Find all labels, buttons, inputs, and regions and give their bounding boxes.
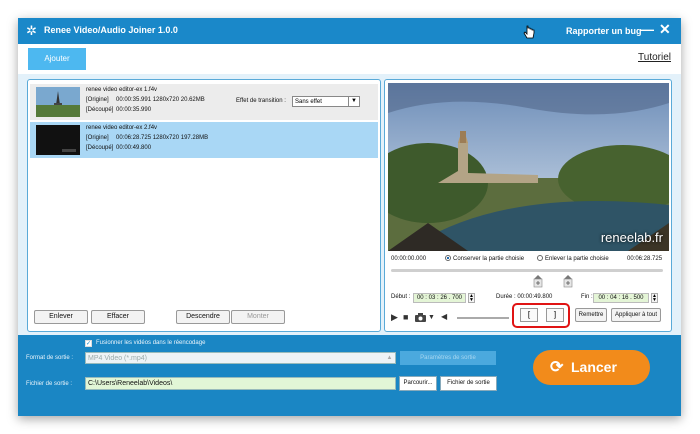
list-item[interactable]: renee video editor-ex 1.f4v [Origine] 00… <box>30 84 378 120</box>
window-title: Renee Video/Audio Joiner 1.0.0 <box>44 25 178 35</box>
merge-label: Fusionner les vidéos dans le réencodage <box>96 340 206 346</box>
close-button[interactable]: ✕ <box>659 21 671 38</box>
origin-info: 00:00:35.991 1280x720 20.62MB <box>116 97 205 103</box>
cut-info: 00:00:35.990 <box>116 107 152 113</box>
chevron-down-icon: ▲ <box>386 355 393 361</box>
radio-selected-icon <box>445 255 451 261</box>
keep-radio[interactable]: Conserver la partie choisie <box>445 255 524 262</box>
video-thumbnail <box>36 125 80 155</box>
file-name: renee video editor-ex 2.f4v <box>86 125 158 131</box>
set-end-button[interactable]: ] <box>546 308 564 322</box>
radio-icon <box>537 255 543 261</box>
browse-button[interactable]: Parcourir... <box>399 376 437 391</box>
minimize-button[interactable]: — <box>640 21 654 37</box>
app-window: ✲ Renee Video/Audio Joiner 1.0.0 Rapport… <box>18 18 681 416</box>
time-end: 00:06:28.725 <box>627 256 663 262</box>
video-frame <box>388 83 669 251</box>
clear-button[interactable]: Effacer <box>91 310 145 324</box>
merge-checkbox[interactable]: ✓ <box>85 340 92 347</box>
run-button[interactable]: ⟳ Lancer <box>533 350 650 385</box>
transition-value: Sans effet <box>295 99 322 105</box>
remove-button[interactable]: Enlever <box>34 310 88 324</box>
format-value: MP4 Video (*.mp4) <box>88 355 148 362</box>
keep-label: Conserver la partie choisie <box>453 256 525 262</box>
folder-label: Fichier de sortie : <box>26 381 73 387</box>
stop-icon[interactable]: ■ <box>403 312 408 322</box>
cut-info: 00:00:49.800 <box>116 145 152 151</box>
move-down-button[interactable]: Descendre <box>176 310 230 324</box>
refresh-icon: ⟳ <box>550 359 564 376</box>
report-bug-link[interactable]: Rapporter un bug <box>566 26 642 36</box>
open-folder-button[interactable]: Fichier de sortie <box>440 376 497 391</box>
origin-info: 00:06:28.725 1280x720 197.28MB <box>116 135 209 141</box>
transition-select[interactable]: Sans effet ▼ <box>292 96 360 107</box>
chevron-down-icon: ▼ <box>348 97 359 106</box>
output-bar: ✓ Fusionner les vidéos dans le réencodag… <box>18 335 681 416</box>
tutorial-link[interactable]: Tutoriel <box>638 52 671 63</box>
file-name: renee video editor-ex 1.f4v <box>86 87 158 93</box>
debut-label: Début : <box>391 294 411 300</box>
add-button[interactable]: Ajouter <box>28 48 86 70</box>
debut-input[interactable]: 00 : 03 : 26 . 700 <box>413 293 466 303</box>
volume-icon[interactable]: ◀ <box>441 312 447 321</box>
move-up-button[interactable]: Monter <box>231 310 285 324</box>
format-select[interactable]: MP4 Video (*.mp4) ▲ <box>85 352 396 364</box>
remove-label: Enlever la partie choisie <box>545 256 609 262</box>
file-list: renee video editor-ex 1.f4v [Origine] 00… <box>27 79 381 332</box>
transition-label: Effet de transition : <box>236 98 286 104</box>
hand-cursor-icon <box>523 25 535 39</box>
reset-button[interactable]: Remettre <box>575 308 607 322</box>
camera-icon[interactable] <box>415 313 426 322</box>
time-start: 00:00:00.000 <box>391 256 427 262</box>
format-label: Format de sortie : <box>26 355 74 361</box>
run-label: Lancer <box>571 359 617 375</box>
watermark-text: reneelab.fr <box>600 230 663 245</box>
set-start-button[interactable]: [ <box>520 308 538 322</box>
debut-spinner[interactable]: ▲ ▼ <box>468 293 475 303</box>
remove-radio[interactable]: Enlever la partie choisie <box>537 255 609 262</box>
fin-spinner[interactable]: ▲ ▼ <box>651 293 658 303</box>
app-logo-icon: ✲ <box>26 23 37 38</box>
preview-panel: reneelab.fr 00:00:00.000 Conserver la pa… <box>384 79 672 332</box>
output-folder-field[interactable]: C:\Users\Reneelab\Videos\ <box>85 377 396 390</box>
apply-all-button[interactable]: Appliquer à tout <box>611 308 661 322</box>
cut-handles[interactable] <box>533 275 573 289</box>
timeline-slider[interactable] <box>391 269 663 272</box>
duration-text: Durée : 00:00:49.800 <box>496 294 553 300</box>
origin-label: [Origine] <box>86 97 109 103</box>
list-item[interactable]: renee video editor-ex 2.f4v [Origine] 00… <box>30 122 378 158</box>
caret-down-icon[interactable]: ▼ <box>428 314 435 321</box>
video-preview: reneelab.fr <box>388 83 669 251</box>
fin-label: Fin : <box>581 294 593 300</box>
cut-label: [Découpé] <box>86 145 114 151</box>
main-content: renee video editor-ex 1.f4v [Origine] 00… <box>18 74 681 335</box>
volume-slider[interactable] <box>457 317 509 319</box>
toolbar: Ajouter Tutoriel <box>18 44 681 74</box>
fin-input[interactable]: 00 : 04 : 16 . 500 <box>593 293 649 303</box>
output-settings-button[interactable]: Paramètres de sortie <box>400 351 496 365</box>
video-thumbnail <box>36 87 80 117</box>
origin-label: [Origine] <box>86 135 109 141</box>
cut-label: [Découpé] <box>86 107 114 113</box>
title-bar: ✲ Renee Video/Audio Joiner 1.0.0 Rapport… <box>18 18 681 44</box>
play-icon[interactable]: ▶ <box>391 312 398 323</box>
